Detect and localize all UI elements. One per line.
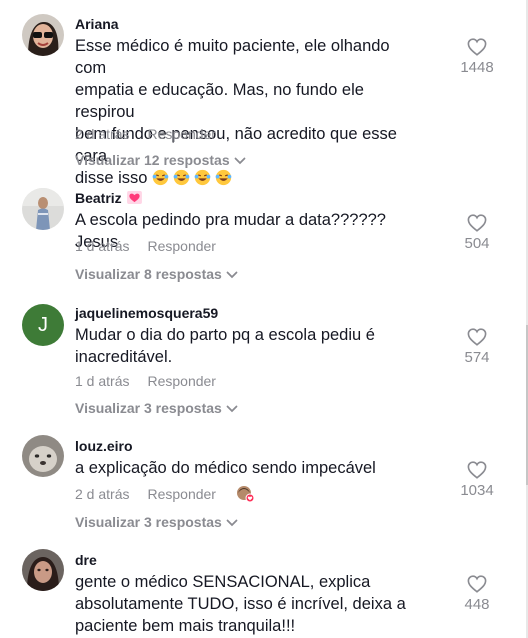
comment-meta: 2 d atrás Responder (75, 486, 216, 502)
chevron-down-icon (234, 157, 246, 165)
like-control: 448 (452, 575, 502, 613)
pink-heart-emoji-icon (126, 191, 142, 207)
laughing-crying-emoji-icon (194, 169, 211, 192)
avatar[interactable] (22, 549, 64, 591)
heart-outline-icon[interactable] (467, 328, 487, 346)
comment-text: gente o médico SENSACIONAL, explica abso… (75, 571, 420, 637)
comment-text: Esse médico é muito paciente, ele olhand… (75, 35, 420, 192)
heart-outline-icon[interactable] (467, 38, 487, 56)
view-replies-button[interactable]: Visualizar 3 respostas (75, 400, 238, 416)
like-count: 504 (464, 235, 490, 252)
comment-meta: 2 d atrás Responder (75, 126, 216, 142)
avatar[interactable] (22, 14, 64, 56)
comment-meta: 1 d atrás Responder (75, 373, 216, 389)
comment-username[interactable]: louz.eiro (75, 438, 133, 454)
heart-outline-icon[interactable] (467, 461, 487, 479)
comment-username[interactable]: Ariana (75, 16, 119, 32)
comment-text: a explicação do médico sendo impecável (75, 457, 420, 479)
comment-text-line: Esse médico é muito paciente, ele olhand… (75, 37, 390, 77)
comment-username[interactable]: dre (75, 552, 97, 568)
view-replies-label: Visualizar 8 respostas (75, 266, 222, 282)
comment-time: 1 d atrás (75, 373, 130, 389)
comment-text-line: inacreditável. (75, 348, 173, 366)
view-replies-label: Visualizar 3 respostas (75, 514, 222, 530)
view-replies-label: Visualizar 3 respostas (75, 400, 222, 416)
avatar[interactable] (22, 435, 64, 477)
comment-text-line: gente o médico SENSACIONAL, explica (75, 573, 371, 591)
chevron-down-icon (226, 271, 238, 279)
comment-username-label: Beatriz (75, 190, 122, 206)
view-replies-button[interactable]: Visualizar 3 respostas (75, 514, 238, 530)
creator-liked-avatar (236, 485, 255, 503)
heart-outline-icon[interactable] (467, 575, 487, 593)
reply-button[interactable]: Responder (147, 486, 216, 502)
comment-username[interactable]: Beatriz (75, 190, 142, 207)
chevron-down-icon (226, 519, 238, 527)
comment-text-line: empatia e educação. Mas, no fundo ele re… (75, 81, 364, 121)
like-count: 1448 (460, 59, 494, 76)
laughing-crying-emoji-icon (152, 169, 169, 192)
chevron-down-icon (226, 405, 238, 413)
view-replies-button[interactable]: Visualizar 12 respostas (75, 152, 246, 168)
like-count: 574 (464, 349, 490, 366)
reply-button[interactable]: Responder (147, 126, 216, 142)
comment-text-line: paciente bem mais tranquila!!! (75, 617, 296, 635)
like-control: 574 (452, 328, 502, 366)
comment-text-line: disse isso (75, 169, 148, 187)
heart-outline-icon[interactable] (467, 214, 487, 232)
comment-text-line: Mudar o dia do parto pq a escola pediu é (75, 326, 375, 344)
like-control: 1448 (452, 38, 502, 76)
laughing-crying-emoji-icon (173, 169, 190, 192)
view-replies-button[interactable]: Visualizar 8 respostas (75, 266, 238, 282)
comment-time: 2 d atrás (75, 126, 130, 142)
comment-time: 2 d atrás (75, 486, 130, 502)
comment-username[interactable]: jaquelinemosquera59 (75, 305, 218, 321)
reply-button[interactable]: Responder (147, 238, 216, 254)
comment-text-line: a explicação do médico sendo impecável (75, 459, 376, 477)
laughing-crying-emoji-icon (215, 169, 232, 192)
comment-meta: 1 d atrás Responder (75, 238, 216, 254)
like-count: 448 (464, 596, 490, 613)
avatar[interactable]: J (22, 304, 64, 346)
reply-button[interactable]: Responder (147, 373, 216, 389)
like-count: 1034 (460, 482, 494, 499)
view-replies-label: Visualizar 12 respostas (75, 152, 230, 168)
comment-text-line: absolutamente TUDO, isso é incrível, dei… (75, 595, 406, 613)
avatar[interactable] (22, 188, 64, 230)
comment-time: 1 d atrás (75, 238, 130, 254)
comment-text: Mudar o dia do parto pq a escola pediu é… (75, 324, 420, 368)
like-control: 504 (452, 214, 502, 252)
like-control: 1034 (452, 461, 502, 499)
